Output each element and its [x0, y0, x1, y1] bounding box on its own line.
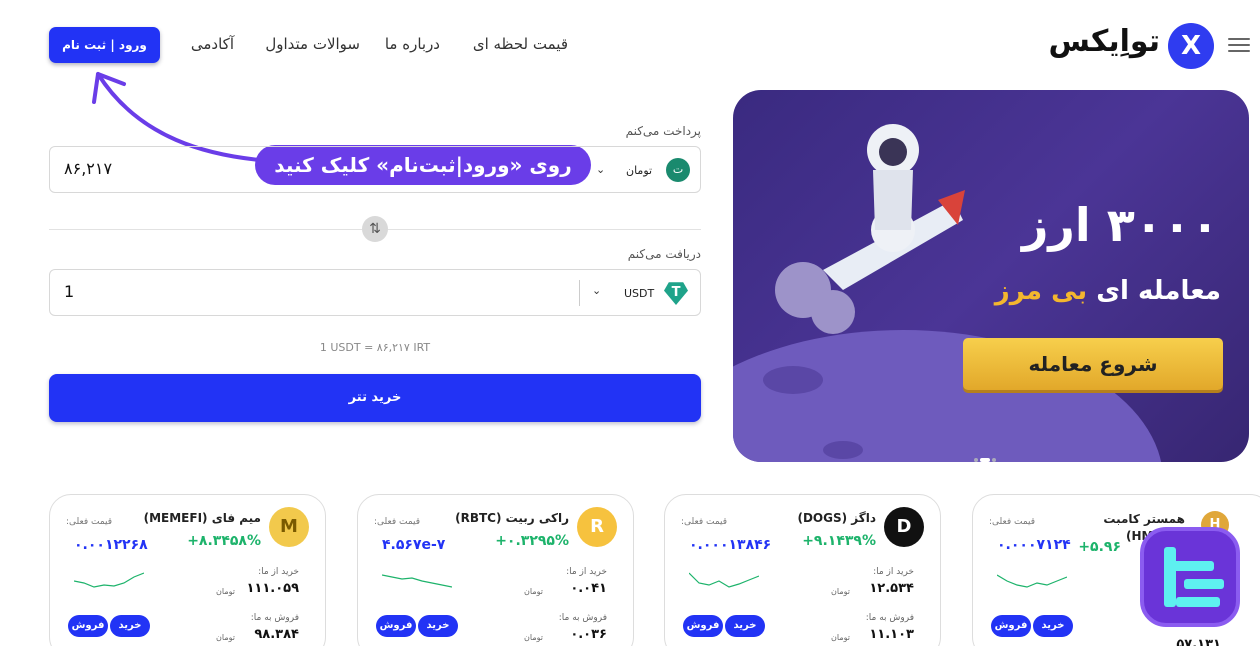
- pay-currency[interactable]: تومان: [626, 164, 652, 177]
- coin-card-dogs[interactable]: D داگز (DOGS) +۹.۱۴۳۹% قیمت فعلی: ۰.۰۰۰۱…: [664, 494, 941, 646]
- buy-price: ۱۱۱.۰۵۹: [246, 581, 299, 596]
- coin-price: ۰.۰۰۰۷۱۲۴: [997, 537, 1071, 553]
- logo-text[interactable]: تواِیکس: [1049, 24, 1160, 59]
- coin-name: راکی ربیت (RBTC): [455, 511, 569, 525]
- watermark-logo: [1140, 527, 1240, 627]
- coin-price: ۰.۰۰۱۲۲۶۸: [74, 537, 148, 553]
- buy-button[interactable]: خرید: [1033, 615, 1073, 637]
- unit: تومان: [831, 587, 850, 596]
- coin-name: میم فای (MEMEFI): [143, 511, 261, 525]
- banner-subtitle: معامله ای بی مرز: [994, 276, 1221, 306]
- swap-icon[interactable]: ⇅: [362, 216, 388, 242]
- unit: تومان: [831, 633, 850, 642]
- price-label: قیمت فعلی:: [66, 517, 113, 527]
- banner-title: ۳۰۰۰ ارز: [1021, 198, 1219, 252]
- sell-price-label: فروش به ما:: [250, 613, 299, 623]
- page: X تواِیکس قیمت لحظه ای درباره ما سوالات …: [0, 0, 1260, 646]
- sell-button[interactable]: فروش: [991, 615, 1031, 637]
- buy-price: ۰.۰۴۱: [570, 581, 607, 596]
- sparkline: [74, 572, 144, 588]
- coin-change: +۰.۳۲۹۵%: [495, 533, 569, 549]
- buy-button[interactable]: خرید: [110, 615, 150, 637]
- promo-banner[interactable]: ۳۰۰۰ ارز معامله ای بی مرز شروع معامله: [733, 90, 1249, 462]
- start-trading-button[interactable]: شروع معامله: [963, 338, 1223, 390]
- coin-change: +۵.۹۶: [1078, 539, 1121, 555]
- receive-field[interactable]: 1 T USDT ⌄: [49, 269, 701, 316]
- price-label: قیمت فعلی:: [989, 517, 1036, 527]
- unit: تومان: [524, 587, 543, 596]
- sparkline: [689, 572, 759, 588]
- login-register-button[interactable]: ورود | ثبت نام: [49, 27, 160, 63]
- coin-card-rbtc[interactable]: R راکی ربیت (RBTC) +۰.۳۲۹۵% قیمت فعلی: ۴…: [357, 494, 634, 646]
- sell-price: ۰.۰۳۶: [570, 627, 607, 642]
- menu-icon[interactable]: [1228, 34, 1250, 56]
- price-label: قیمت فعلی:: [374, 517, 421, 527]
- unit: تومان: [216, 633, 235, 642]
- receive-label: دریافت می‌کنم: [627, 247, 701, 261]
- sell-price: ۵۷.۱۳۱: [1176, 637, 1221, 646]
- nav-about[interactable]: درباره ما: [385, 35, 440, 53]
- buy-tether-button[interactable]: خرید تتر: [49, 374, 701, 422]
- sell-button[interactable]: فروش: [376, 615, 416, 637]
- toman-icon: ت: [666, 158, 690, 182]
- buy-price-label: خرید از ما:: [566, 567, 607, 577]
- logo-icon[interactable]: X: [1168, 23, 1214, 69]
- sell-button[interactable]: فروش: [683, 615, 723, 637]
- sell-button[interactable]: فروش: [68, 615, 108, 637]
- exchange-rate: 1 USDT = ۸۶,۲۱۷ IRT: [319, 341, 431, 354]
- buy-price-label: خرید از ما:: [258, 567, 299, 577]
- memefi-icon: M: [269, 507, 309, 547]
- chevron-down-icon[interactable]: ⌄: [596, 163, 605, 176]
- receive-amount-input[interactable]: 1: [64, 282, 74, 301]
- coin-price: ۰.۰۰۰۱۳۸۴۶: [689, 537, 772, 553]
- sell-price-label: فروش به ما:: [558, 613, 607, 623]
- coin-card-memefi[interactable]: M میم فای (MEMEFI) +۸.۳۴۵۸% قیمت فعلی: ۰…: [49, 494, 326, 646]
- nav-academy[interactable]: آکادمی: [191, 35, 234, 53]
- pay-amount-input[interactable]: ۸۶,۲۱۷: [64, 159, 112, 178]
- receive-currency[interactable]: USDT: [624, 287, 654, 300]
- sell-price: ۱۱.۱۰۳: [869, 627, 914, 642]
- buy-button[interactable]: خرید: [418, 615, 458, 637]
- chevron-down-icon[interactable]: ⌄: [592, 284, 601, 297]
- dogs-icon: D: [884, 507, 924, 547]
- carousel-dots[interactable]: [973, 447, 997, 462]
- nav-faq[interactable]: سوالات متداول: [265, 35, 360, 53]
- unit: تومان: [524, 633, 543, 642]
- coin-change: +۸.۳۴۵۸%: [187, 533, 261, 549]
- price-label: قیمت فعلی:: [681, 517, 728, 527]
- buy-price-label: خرید از ما:: [873, 567, 914, 577]
- rbtc-icon: R: [577, 507, 617, 547]
- sparkline: [382, 574, 452, 588]
- sell-price: ۹۸.۳۸۴: [254, 627, 299, 642]
- sell-price-label: فروش به ما:: [865, 613, 914, 623]
- sparkline: [997, 574, 1067, 588]
- buy-button[interactable]: خرید: [725, 615, 765, 637]
- separator: [579, 280, 580, 306]
- pay-field[interactable]: ۸۶,۲۱۷ ت تومان ⌄: [49, 146, 701, 193]
- coin-change: +۹.۱۴۳۹%: [802, 533, 876, 549]
- coin-price: ۴.۵۶۷e-۷: [382, 537, 446, 553]
- buy-price: ۱۲.۵۳۴: [869, 581, 914, 596]
- unit: تومان: [216, 587, 235, 596]
- usdt-icon: T: [664, 282, 688, 305]
- nav-live-prices[interactable]: قیمت لحظه ای: [473, 35, 568, 53]
- coin-name: داگز (DOGS): [797, 511, 876, 525]
- pay-label: پرداخت می‌کنم: [625, 124, 701, 138]
